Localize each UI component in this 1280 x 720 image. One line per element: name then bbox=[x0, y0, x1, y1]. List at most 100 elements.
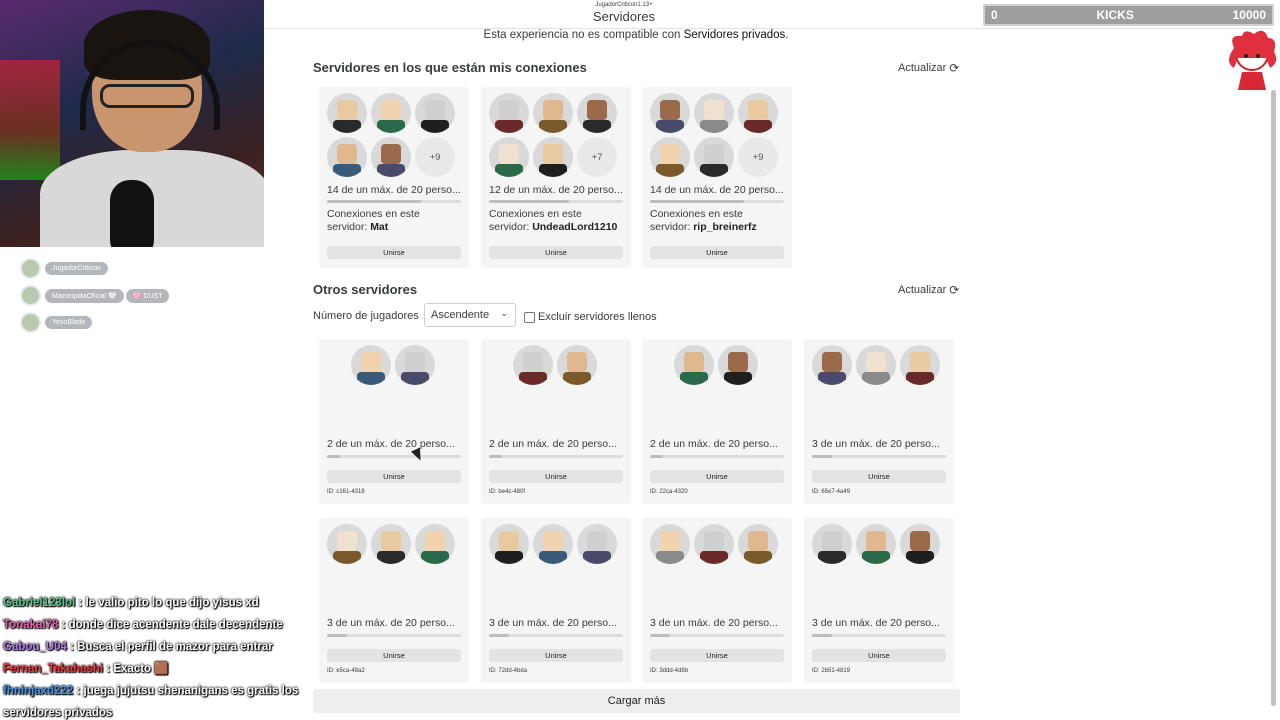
page-header: JugadorCriticon1:13+ Servidores bbox=[264, 0, 984, 28]
player-avatar[interactable] bbox=[489, 137, 529, 177]
player-avatar[interactable] bbox=[533, 93, 573, 133]
player-avatar[interactable] bbox=[694, 93, 734, 133]
player-avatar[interactable] bbox=[489, 524, 529, 564]
viewer-list: JugadorCriticon MazorquitaOficial 🤍 🩷 DU… bbox=[20, 258, 170, 339]
player-avatar[interactable] bbox=[533, 137, 573, 177]
avatar bbox=[20, 285, 41, 306]
player-avatar[interactable] bbox=[371, 137, 411, 177]
kicks-label: KICKS bbox=[1096, 8, 1134, 22]
join-button[interactable]: Unirse bbox=[650, 246, 784, 259]
notice-suffix: . bbox=[785, 29, 789, 41]
player-avatar[interactable] bbox=[371, 93, 411, 133]
viewer-item: JugadorCriticon bbox=[20, 258, 169, 279]
player-avatar[interactable] bbox=[327, 93, 367, 133]
join-button[interactable]: Unirse bbox=[489, 649, 623, 662]
chat-username: Gabou_U04 bbox=[3, 641, 67, 653]
player-avatar[interactable] bbox=[694, 137, 734, 177]
join-button[interactable]: Unirse bbox=[489, 246, 623, 259]
refresh-other-button[interactable]: Actualizar ⟳ bbox=[898, 283, 959, 297]
capacity-bar bbox=[812, 634, 946, 637]
player-count-text: 3 de un máx. de 20 perso... bbox=[327, 617, 455, 629]
viewer-badge: 🩷 DUST bbox=[125, 288, 170, 303]
player-count-label: Número de jugadores bbox=[313, 310, 419, 322]
join-button[interactable]: Unirse bbox=[650, 649, 784, 662]
player-avatar[interactable] bbox=[650, 524, 690, 564]
viewer-item: MazorquitaOficial 🤍 🩷 DUST bbox=[20, 285, 170, 306]
player-avatar[interactable] bbox=[694, 524, 734, 564]
server-id: ID: be4c-480f bbox=[489, 489, 526, 495]
capacity-bar bbox=[650, 455, 784, 458]
player-avatar[interactable] bbox=[577, 93, 617, 133]
player-count-text: 2 de un máx. de 20 perso... bbox=[489, 438, 617, 450]
microphone-icon bbox=[110, 180, 154, 247]
player-avatar[interactable] bbox=[900, 345, 940, 385]
player-avatar[interactable] bbox=[650, 93, 690, 133]
kicks-goal-bar: 0 KICKS 10000 bbox=[983, 4, 1274, 26]
chat-username: Fernan_Takahashi bbox=[3, 663, 104, 675]
player-avatar[interactable] bbox=[371, 524, 411, 564]
player-count-text: 3 de un máx. de 20 perso... bbox=[489, 617, 617, 629]
player-count-text: 12 de un máx. de 20 perso... bbox=[489, 184, 623, 196]
player-avatar[interactable] bbox=[351, 345, 391, 385]
chat-username: Gabriel123lol bbox=[3, 597, 76, 609]
join-button[interactable]: Unirse bbox=[327, 246, 461, 259]
stream-chat: Gabriel123lol : le valio pito lo que dij… bbox=[3, 592, 303, 720]
player-avatar[interactable] bbox=[415, 93, 455, 133]
player-avatar[interactable] bbox=[856, 524, 896, 564]
exclude-full-checkbox[interactable]: Excluir servidores llenos bbox=[524, 311, 657, 323]
friend-server-card: +7 12 de un máx. de 20 perso... Conexiones… bbox=[481, 87, 631, 268]
server-card: 3 de un máx. de 20 perso... Unirse ID: e5c… bbox=[319, 518, 469, 683]
capacity-bar bbox=[650, 200, 784, 203]
join-button[interactable]: Unirse bbox=[327, 470, 461, 483]
notice-highlight: Servidores privados bbox=[683, 29, 786, 41]
checkbox-icon[interactable] bbox=[524, 311, 535, 323]
join-button[interactable]: Unirse bbox=[812, 649, 946, 662]
join-button[interactable]: Unirse bbox=[650, 470, 784, 483]
chevron-down-icon: ⌄ bbox=[500, 308, 508, 318]
player-count-text: 3 de un máx. de 20 perso... bbox=[812, 438, 940, 450]
chat-username: fhninjaxd222 bbox=[3, 685, 74, 697]
join-button[interactable]: Unirse bbox=[489, 470, 623, 483]
server-card: 3 de un máx. de 20 perso... Unirse ID: 2b5… bbox=[804, 518, 954, 683]
player-avatar[interactable] bbox=[533, 524, 573, 564]
more-players-count: +7 bbox=[577, 137, 617, 177]
player-avatar[interactable] bbox=[738, 524, 778, 564]
player-avatar[interactable] bbox=[812, 524, 852, 564]
player-avatar[interactable] bbox=[674, 345, 714, 385]
sort-value: Ascendente bbox=[431, 309, 490, 321]
player-avatar[interactable] bbox=[415, 524, 455, 564]
player-avatar[interactable] bbox=[513, 345, 553, 385]
player-avatar[interactable] bbox=[650, 137, 690, 177]
refresh-icon: ⟳ bbox=[949, 61, 960, 75]
join-button[interactable]: Unirse bbox=[812, 470, 946, 483]
avatar bbox=[20, 312, 41, 333]
load-more-button[interactable]: Cargar más bbox=[313, 689, 960, 713]
refresh-label: Actualizar bbox=[898, 62, 947, 74]
server-id: ID: c161-4318 bbox=[327, 489, 365, 495]
player-avatar[interactable] bbox=[327, 137, 367, 177]
server-id: ID: 3ddd-4d8b bbox=[650, 668, 689, 674]
player-avatar[interactable] bbox=[900, 524, 940, 564]
player-avatar[interactable] bbox=[738, 93, 778, 133]
capacity-bar bbox=[650, 634, 784, 637]
chat-text: : donde dice acendente dale decendente bbox=[58, 619, 283, 631]
sort-select[interactable]: Ascendente ⌄ bbox=[424, 303, 516, 327]
page-title: Servidores bbox=[592, 9, 656, 24]
join-button[interactable]: Unirse bbox=[327, 649, 461, 662]
player-avatar[interactable] bbox=[577, 524, 617, 564]
player-avatar[interactable] bbox=[327, 524, 367, 564]
player-avatar[interactable] bbox=[395, 345, 435, 385]
capacity-bar bbox=[327, 634, 461, 637]
connections-text: Conexiones en este servidor: rip_breiner… bbox=[650, 208, 757, 233]
player-avatar[interactable] bbox=[489, 93, 529, 133]
player-avatar[interactable] bbox=[557, 345, 597, 385]
chat-message: Gabou_U04 : Busca el perfil de mazor par… bbox=[3, 636, 303, 658]
player-avatar[interactable] bbox=[812, 345, 852, 385]
viewer-name: YesoBlade bbox=[45, 316, 93, 329]
capacity-bar bbox=[327, 455, 461, 458]
page-scrollbar[interactable] bbox=[1271, 90, 1276, 706]
exclude-full-label: Excluir servidores llenos bbox=[538, 311, 657, 323]
refresh-friends-button[interactable]: Actualizar ⟳ bbox=[898, 61, 959, 75]
player-avatar[interactable] bbox=[856, 345, 896, 385]
player-avatar[interactable] bbox=[718, 345, 758, 385]
